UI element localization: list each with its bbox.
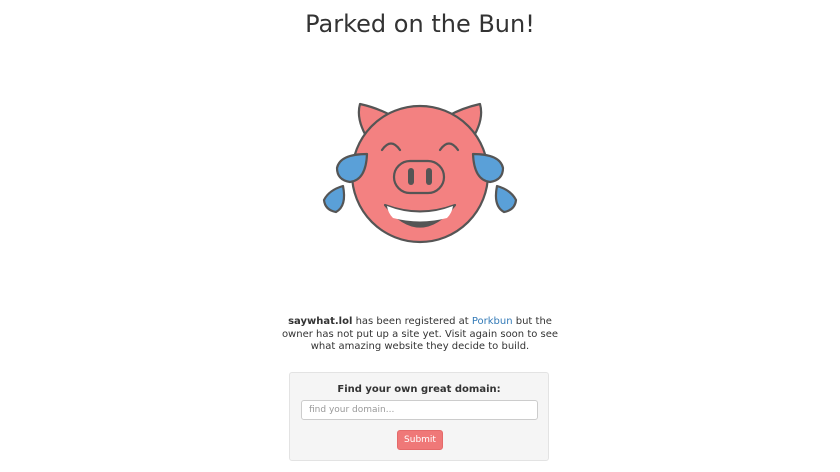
porkbun-link[interactable]: Porkbun — [472, 316, 513, 327]
domain-name: saywhat.lol — [288, 316, 353, 327]
parked-message: saywhat.lol has been registered at Porkb… — [280, 316, 560, 354]
message-text-1: has been registered at — [352, 316, 472, 327]
page-title: Parked on the Bun! — [305, 10, 535, 38]
domain-search-label: Find your own great domain: — [337, 384, 501, 395]
laughing-pig-icon — [322, 102, 518, 244]
domain-search-input[interactable] — [301, 400, 538, 420]
submit-button[interactable]: Submit — [397, 430, 443, 450]
domain-search-panel: Find your own great domain: Submit — [289, 372, 549, 461]
parked-page: Parked on the Bun! saywhat.lol has been … — [0, 0, 840, 472]
